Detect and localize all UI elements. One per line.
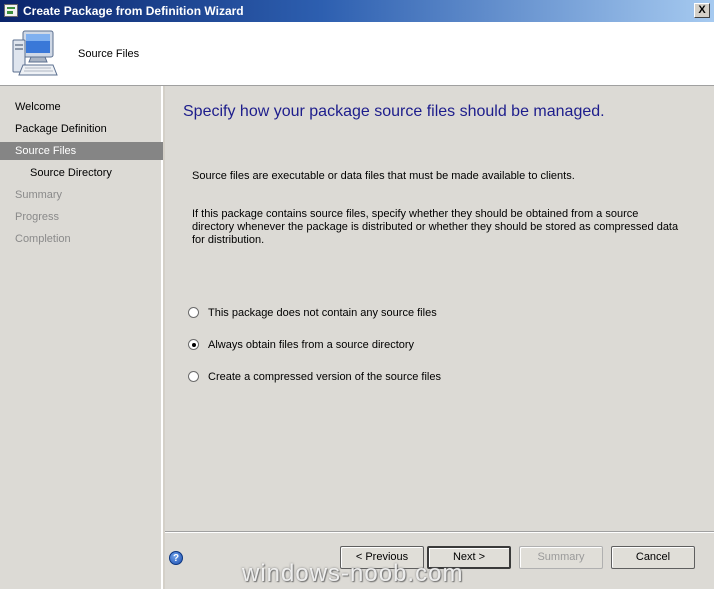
wizard-nav: Welcome Package Definition Source Files … — [0, 86, 163, 589]
nav-item-package-definition[interactable]: Package Definition — [0, 120, 163, 138]
nav-item-welcome[interactable]: Welcome — [0, 98, 163, 116]
nav-item-label: Source Files — [15, 145, 77, 157]
nav-item-label: Welcome — [15, 101, 61, 113]
summary-button: Summary — [519, 546, 603, 569]
nav-item-progress: Progress — [0, 208, 163, 226]
nav-item-label: Summary — [15, 189, 63, 201]
wizard-header: Source Files — [0, 22, 714, 86]
page-title: Specify how your package source files sh… — [183, 103, 605, 120]
option-label: Always obtain files from a source direct… — [208, 339, 415, 351]
title-bar[interactable]: Create Package from Definition Wizard X — [0, 0, 714, 22]
window-title: Create Package from Definition Wizard — [23, 4, 244, 18]
nav-item-label: Progress — [15, 211, 60, 223]
nav-item-label: Completion — [15, 233, 71, 245]
option-label: This package does not contain any source… — [208, 307, 437, 319]
wizard-window: Create Package from Definition Wizard X … — [0, 0, 714, 589]
nav-item-summary: Summary — [0, 186, 163, 204]
option-label: Create a compressed version of the sourc… — [208, 371, 441, 383]
watermark-text: windows-noob.com — [242, 560, 464, 587]
nav-item-label: Source Directory — [30, 167, 112, 179]
description-text: Source files are executable or data file… — [192, 170, 575, 182]
nav-item-label: Package Definition — [15, 123, 107, 135]
header-title: Source Files — [78, 48, 140, 60]
nav-item-completion: Completion — [0, 230, 163, 248]
wizard-app-icon — [4, 4, 18, 17]
radio-button[interactable] — [188, 371, 199, 382]
footer-divider — [165, 531, 714, 533]
radio-button-checked[interactable] — [188, 339, 199, 350]
nav-item-source-directory[interactable]: Source Directory — [0, 164, 163, 182]
nav-item-source-files[interactable]: Source Files — [0, 142, 163, 160]
instruction-text: If this package contains source files, s… — [192, 208, 679, 246]
cancel-button[interactable]: Cancel — [611, 546, 695, 569]
computer-icon — [12, 30, 58, 76]
close-button[interactable]: X — [694, 3, 710, 18]
wizard-content: Specify how your package source files sh… — [165, 86, 714, 589]
help-icon[interactable]: ? — [169, 551, 183, 565]
radio-button[interactable] — [188, 307, 199, 318]
